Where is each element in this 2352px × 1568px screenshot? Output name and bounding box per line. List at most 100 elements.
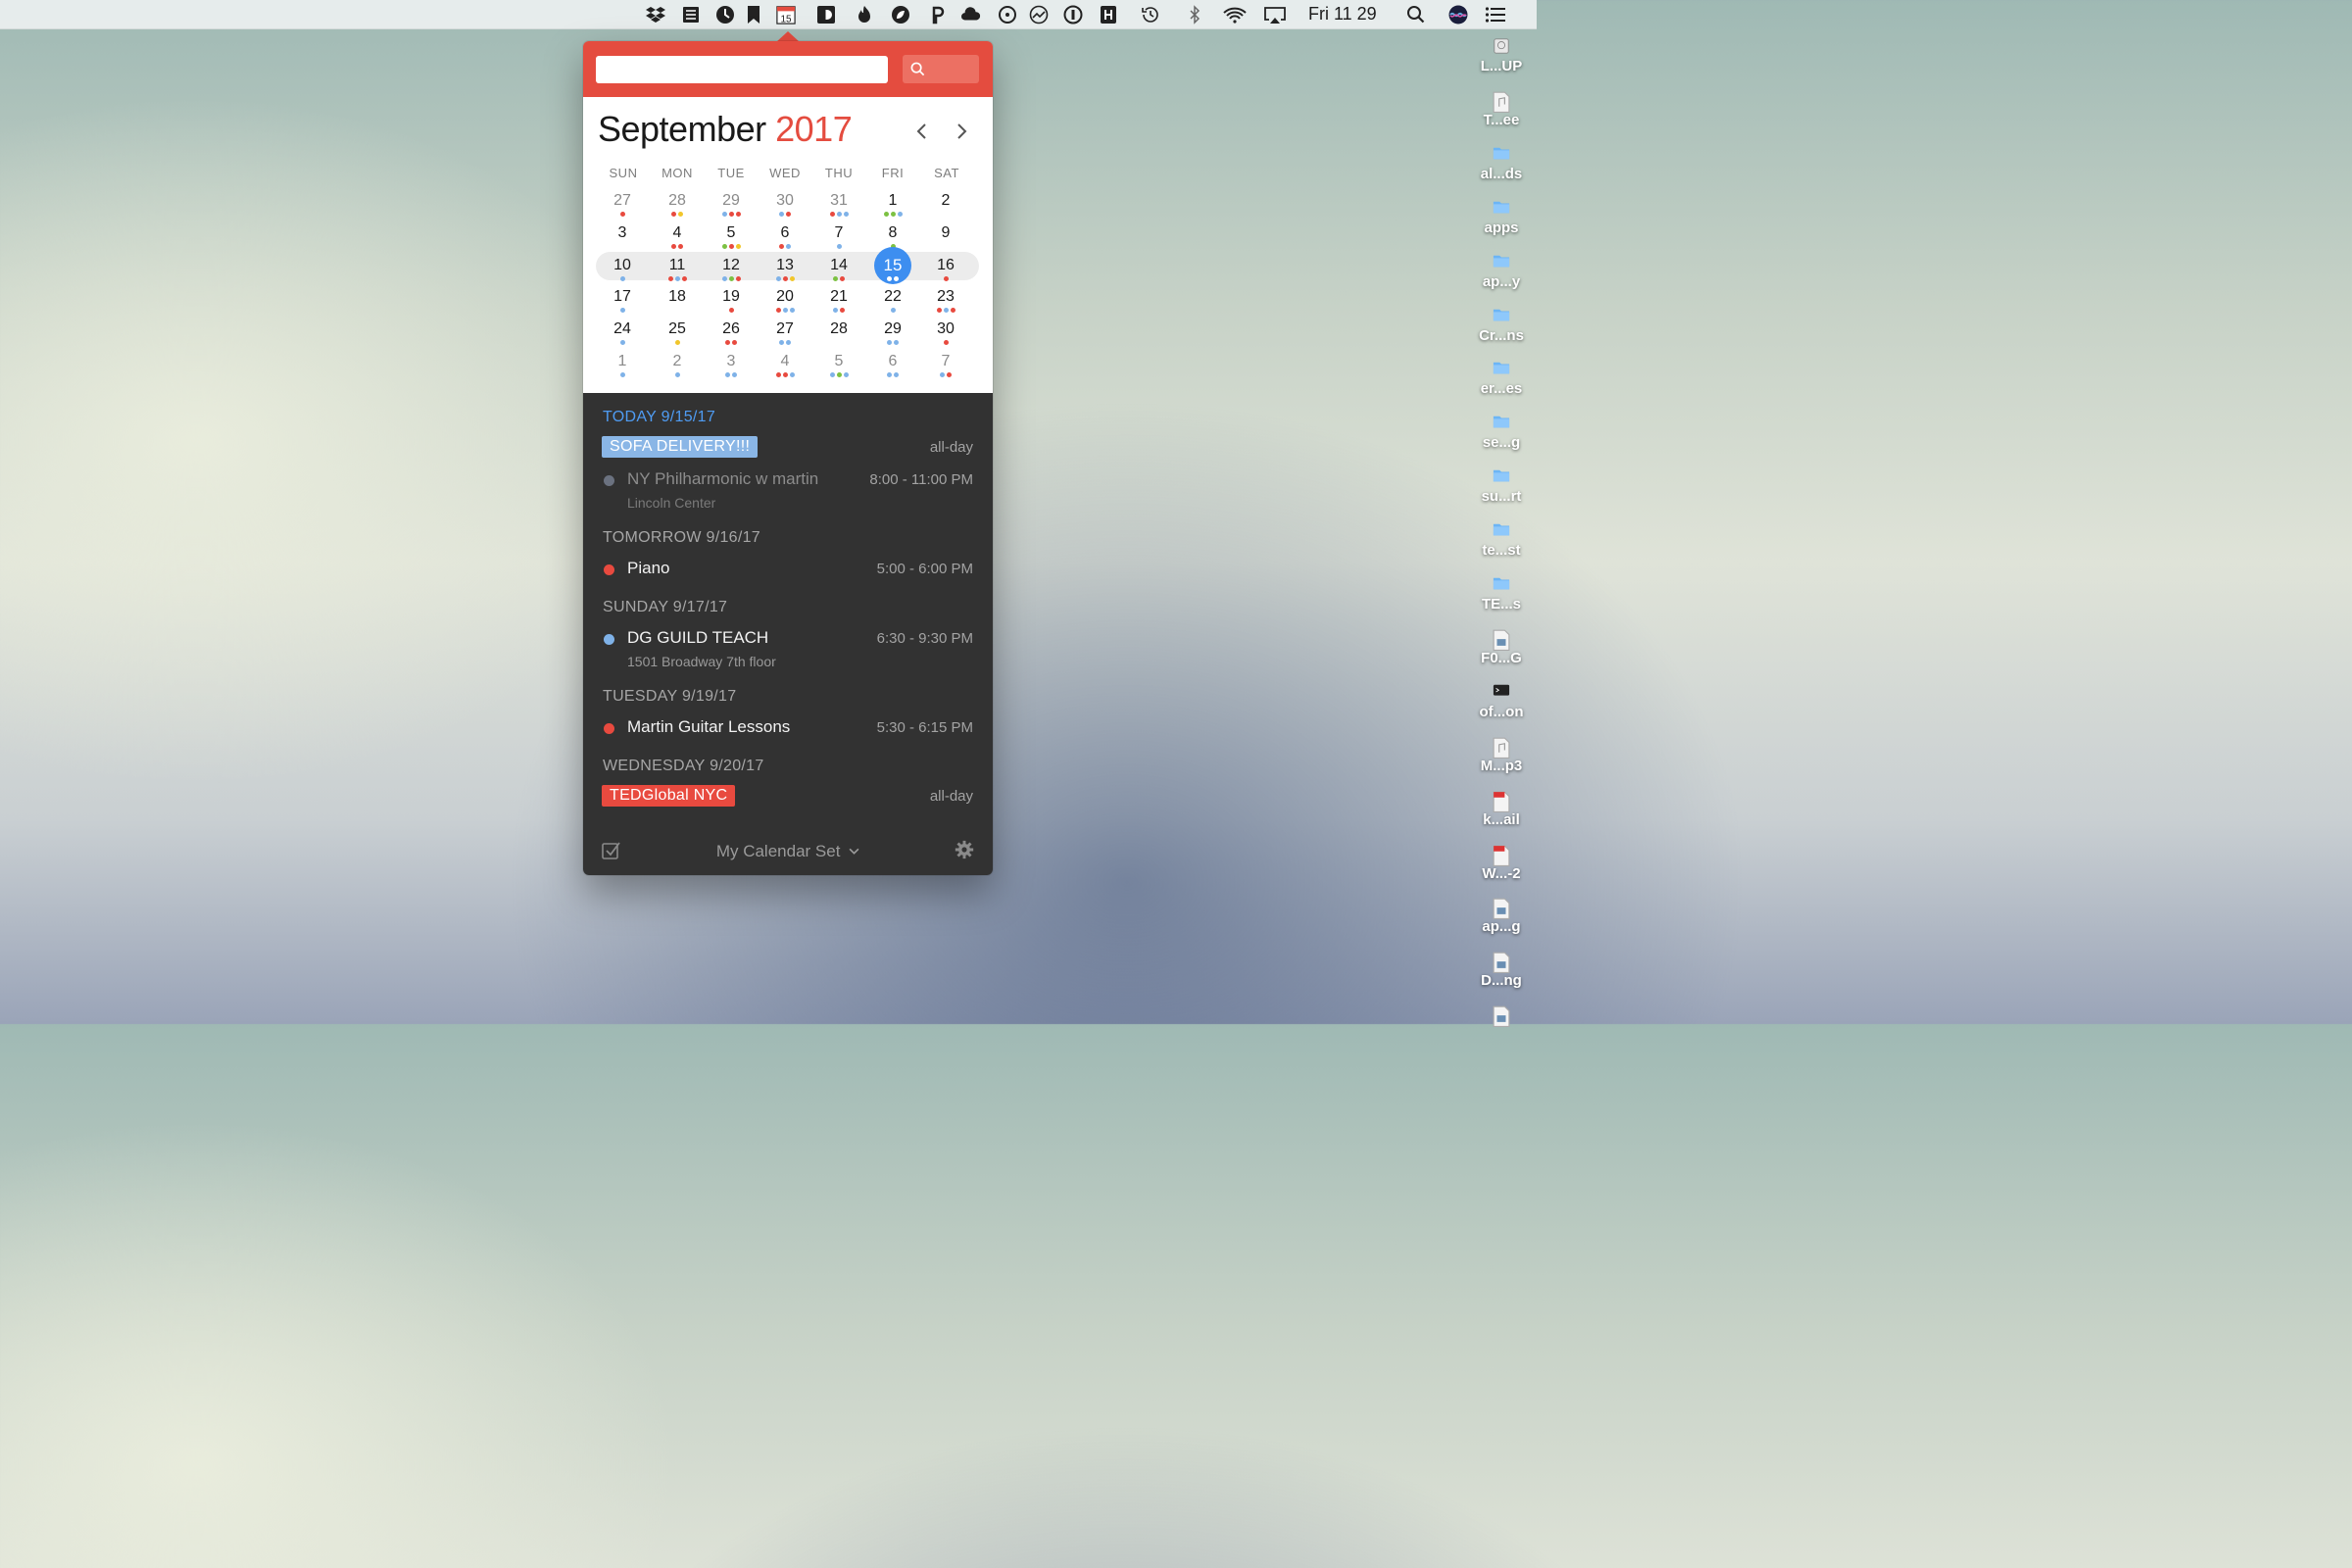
desktop-item[interactable] <box>1467 1005 1536 1028</box>
calendar-day[interactable]: 14 <box>819 257 858 288</box>
prev-month-button[interactable] <box>910 120 934 143</box>
day-number: 3 <box>726 353 736 369</box>
next-month-button[interactable] <box>950 120 973 143</box>
p-app-icon[interactable] <box>926 4 948 25</box>
calendar-day[interactable]: 21 <box>819 288 858 319</box>
calendar-day[interactable]: 2 <box>658 353 697 384</box>
desktop-item[interactable]: su...rt <box>1467 467 1536 505</box>
calendar-day[interactable]: 4 <box>765 353 805 384</box>
fire-icon[interactable] <box>854 4 875 25</box>
calendar-day[interactable]: 9 <box>926 224 965 256</box>
leaf-icon[interactable] <box>890 4 911 25</box>
desktop-item[interactable]: se...g <box>1467 414 1536 451</box>
clock-app-icon[interactable] <box>714 4 736 25</box>
bookmark-icon[interactable] <box>743 4 764 25</box>
calendar-set-selector[interactable]: My Calendar Set <box>583 842 993 861</box>
desktop-item[interactable]: L...UP <box>1467 37 1536 74</box>
calendar-day[interactable]: 27 <box>765 320 805 352</box>
calendar-day-today[interactable]: 15 <box>873 247 912 288</box>
calendar-day[interactable]: 3 <box>603 224 642 256</box>
airplay-icon[interactable] <box>1262 4 1288 25</box>
search-button[interactable] <box>903 55 979 83</box>
desktop-item[interactable]: Cr...ns <box>1467 307 1536 344</box>
calendar-day[interactable]: 23 <box>926 288 965 319</box>
desktop-item[interactable]: ap...g <box>1467 898 1536 935</box>
event-dots <box>873 212 912 217</box>
calendar-day[interactable]: 6 <box>765 224 805 256</box>
desktop-item[interactable]: F0...G <box>1467 629 1536 666</box>
desktop-item[interactable]: T...ee <box>1467 91 1536 128</box>
calendar-day[interactable]: 18 <box>658 288 697 319</box>
all-day-event-pill[interactable]: TEDGlobal NYC <box>602 785 736 807</box>
desktop-item[interactable]: W...-2 <box>1467 845 1536 882</box>
spotlight-icon[interactable] <box>1405 4 1427 25</box>
calendar-day[interactable]: 19 <box>711 288 751 319</box>
menubar-clock[interactable]: Fri 11 29 <box>1308 4 1377 24</box>
calendar-day[interactable]: 28 <box>819 320 858 352</box>
calendar-day[interactable]: 26 <box>711 320 751 352</box>
search-input[interactable] <box>596 56 888 83</box>
all-day-event-pill[interactable]: SOFA DELIVERY!!! <box>602 436 759 458</box>
calendar-day[interactable]: 25 <box>658 320 697 352</box>
calendar-day[interactable]: 27 <box>603 192 642 223</box>
event-dot <box>671 212 676 217</box>
calendar-day[interactable]: 7 <box>926 353 965 384</box>
wifi-icon[interactable] <box>1221 4 1249 25</box>
calendar-day[interactable]: 5 <box>711 224 751 256</box>
calendar-day[interactable]: 31 <box>819 192 858 223</box>
desktop-item[interactable]: k...ail <box>1467 791 1536 828</box>
calendar-day[interactable]: 6 <box>873 353 912 384</box>
desktop-item[interactable]: apps <box>1467 199 1536 236</box>
desktop-item[interactable]: er...es <box>1467 360 1536 397</box>
calendar-day[interactable]: 12 <box>711 257 751 288</box>
bluetooth-icon[interactable] <box>1184 4 1205 25</box>
calendar-day[interactable]: 20 <box>765 288 805 319</box>
desktop-item[interactable]: te...st <box>1467 521 1536 559</box>
stack-icon[interactable] <box>680 4 702 25</box>
calendar-day[interactable]: 10 <box>603 257 642 288</box>
event-dot <box>782 276 788 281</box>
calendar-day[interactable]: 30 <box>765 192 805 223</box>
calendar-day[interactable]: 5 <box>819 353 858 384</box>
calendar-day[interactable]: 11 <box>658 257 697 288</box>
calendar-day[interactable]: 16 <box>926 257 965 288</box>
gauge-icon[interactable] <box>1028 4 1050 25</box>
calendar-day[interactable]: 30 <box>926 320 965 352</box>
timer-icon[interactable] <box>997 4 1018 25</box>
calendar-day[interactable]: 29 <box>873 320 912 352</box>
time-machine-icon[interactable] <box>1140 4 1161 25</box>
desktop-item[interactable]: D...ng <box>1467 952 1536 989</box>
calendar-day[interactable]: 29 <box>711 192 751 223</box>
calendar-day[interactable]: 13 <box>765 257 805 288</box>
onepassword-icon[interactable] <box>1062 4 1084 25</box>
disk-icon <box>1493 37 1510 55</box>
event-dot <box>843 212 849 217</box>
calendar-day[interactable]: 28 <box>658 192 697 223</box>
dropbox-icon[interactable] <box>645 4 666 25</box>
calendar-day[interactable]: 24 <box>603 320 642 352</box>
desktop-item[interactable]: ap...y <box>1467 253 1536 290</box>
calendar-day[interactable]: 17 <box>603 288 642 319</box>
settings-button[interactable] <box>954 839 975 860</box>
siri-icon[interactable] <box>1447 4 1469 25</box>
desktop-item-label: T...ee <box>1483 111 1520 128</box>
calendar-day[interactable]: 1 <box>873 192 912 223</box>
gear-icon <box>955 840 974 859</box>
h-app-icon[interactable] <box>1098 4 1119 25</box>
calendar-day[interactable]: 2 <box>926 192 965 223</box>
calendar-day[interactable]: 4 <box>658 224 697 256</box>
calendar-day[interactable]: 1 <box>603 353 642 384</box>
docker-icon[interactable] <box>815 4 837 25</box>
desktop-item[interactable]: al...ds <box>1467 145 1536 182</box>
cloud-icon[interactable] <box>960 4 982 25</box>
notification-center-icon[interactable] <box>1485 4 1506 25</box>
calendar-icon[interactable]: 15 <box>775 4 797 25</box>
desktop-item[interactable]: M...p3 <box>1467 737 1536 774</box>
event-dots <box>711 372 751 377</box>
calendar-day[interactable]: 3 <box>711 353 751 384</box>
desktop-item[interactable]: of...on <box>1467 683 1536 720</box>
desktop-item[interactable]: TE...s <box>1467 575 1536 612</box>
event-dot <box>836 244 842 249</box>
calendar-day[interactable]: 22 <box>873 288 912 319</box>
calendar-day[interactable]: 7 <box>819 224 858 256</box>
